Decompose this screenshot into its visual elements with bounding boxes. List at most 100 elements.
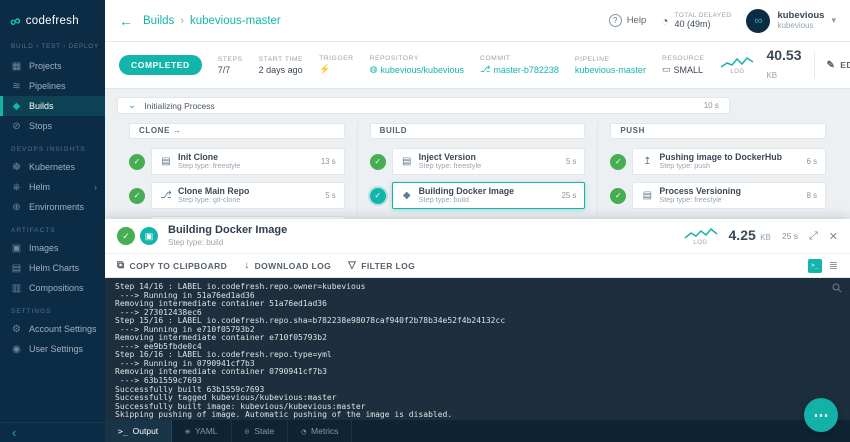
back-arrow-icon[interactable]: ← (119, 13, 133, 29)
breadcrumb-builds[interactable]: Builds (143, 15, 174, 27)
check-icon: ✓ (129, 153, 145, 170)
tab-output[interactable]: >_ Output (105, 420, 173, 442)
field-label: TRIGGER (319, 55, 354, 62)
step-duration: 6 s (806, 157, 818, 166)
stage-header-build: BUILD (369, 123, 586, 139)
download-log-button[interactable]: ↓ DOWNLOAD LOG (244, 260, 331, 271)
commit-link[interactable]: ⎇ master-b782238 (480, 64, 559, 75)
field-value: SMALL (673, 64, 703, 75)
sidebar-item-helm[interactable]: ⎈ Helm › (0, 177, 105, 197)
initializing-process-label: Initializing Process (144, 100, 215, 111)
sidebar-item-builds[interactable]: ◆ Builds (0, 96, 105, 116)
codefresh-logo[interactable]: ∞ codefresh (0, 0, 105, 42)
sidebar-item-pipelines[interactable]: ≋ Pipelines (0, 76, 105, 96)
initializing-process-duration: 10 s (703, 101, 719, 110)
sidebar-item-images[interactable]: ▣ Images (0, 238, 105, 258)
step-duration: 5 s (565, 157, 577, 166)
filter-icon: ▽ (348, 260, 357, 271)
step-card-inject-version[interactable]: ▤ Inject Version Step type: freestyle 5 … (391, 148, 586, 175)
log-panel-title: Building Docker Image (168, 224, 288, 237)
log-panel-tabs: >_ Output ≡ YAML ⊙ State ◔ Metrics (105, 420, 850, 442)
git-clone-step-icon: ⎇ (160, 190, 172, 201)
help-button[interactable]: ? Help (608, 14, 646, 27)
help-icon: ? (608, 14, 622, 27)
stage-header-clone: CLONE → (129, 123, 345, 139)
log-label: LOG (693, 239, 708, 246)
step-card-building-docker-image[interactable]: ◆ Building Docker Image Step type: build… (391, 182, 586, 209)
freestyle-step-icon: ▤ (401, 156, 412, 167)
step-card-process-versioning[interactable]: ▤ Process Versioning Step type: freestyl… (632, 182, 827, 209)
copy-to-clipboard-button[interactable]: ⧉ COPY TO CLIPBOARD (117, 260, 227, 271)
repository-link[interactable]: ◍ kubevious/kubevious (370, 64, 464, 75)
field-value: master-b782238 (493, 64, 559, 75)
log-label: LOG (730, 68, 745, 75)
terminal-view-icon[interactable]: >_ (807, 258, 822, 273)
projects-icon: ▦ (11, 60, 22, 72)
tab-yaml[interactable]: ≡ YAML (172, 420, 232, 442)
field-label: STEPS (217, 55, 243, 63)
edit-pipeline-button[interactable]: ✎ EDIT PIPELINE (827, 60, 850, 71)
sidebar-item-label: User Settings (29, 344, 84, 354)
sidebar-item-kubernetes[interactable]: ☸ Kubernetes (0, 157, 105, 177)
divider (813, 52, 815, 78)
sidebar-item-account-settings[interactable]: ⚙ Account Settings (0, 319, 105, 339)
account-menu[interactable]: ∞ kubevious kubevious ▾ (746, 8, 836, 33)
step-log-size: 4.25 KB (729, 227, 771, 245)
check-icon: ✓ (369, 153, 386, 170)
trigger-lightning-icon: ⚡ (319, 64, 331, 74)
delayed-value: 40 (49m) (674, 19, 711, 29)
download-icon: ↓ (244, 260, 250, 271)
status-field-repository: REPOSITORY ◍ kubevious/kubevious (370, 55, 464, 75)
edit-pipeline-label: EDIT PIPELINE (840, 60, 850, 70)
step-process-versioning: ✓ ▤ Process Versioning Step type: freest… (610, 182, 827, 209)
tab-label: Metrics (311, 426, 339, 436)
step-card-pushing-image[interactable]: ↥ Pushing image to DockerHub Step type: … (632, 148, 827, 175)
field-value: 7/7 (217, 64, 231, 75)
total-delayed-indicator[interactable]: ◔ TOTAL DELAYED 40 (49m) (661, 12, 731, 29)
status-field-trigger: TRIGGER ⚡ (319, 55, 353, 75)
step-type: Step type: build (418, 195, 469, 205)
initializing-process-bar[interactable]: ⌄ Initializing Process 10 s (117, 97, 730, 114)
codefresh-logo-text: codefresh (25, 15, 79, 27)
sidebar-item-user-settings[interactable]: ◉ User Settings (0, 339, 105, 359)
close-icon[interactable]: ✕ (829, 230, 838, 243)
filter-log-button[interactable]: ▽ FILTER LOG (348, 260, 415, 271)
log-sparkline-icon (684, 227, 717, 239)
sidebar-collapse-button[interactable]: ‹ (0, 422, 105, 442)
chat-icon: ⋯ (813, 407, 829, 424)
codefresh-logo-icon: ∞ (7, 11, 24, 31)
kubernetes-icon: ☸ (12, 161, 21, 173)
sidebar-item-compositions[interactable]: ▥ Compositions (0, 278, 105, 298)
sidebar-item-projects[interactable]: ▦ Projects (0, 56, 105, 76)
compositions-icon: ▥ (11, 282, 22, 294)
pipelines-icon: ≋ (12, 80, 21, 92)
field-label: RESOURCE (661, 55, 705, 62)
tab-state[interactable]: ⊙ State (232, 420, 289, 442)
log-panel-subtitle: Step type: build (168, 237, 224, 247)
check-icon: ✓ (369, 187, 386, 204)
tab-metrics[interactable]: ◔ Metrics (288, 420, 353, 442)
step-card-clone-main-repo[interactable]: ⎇ Clone Main Repo Step type: git-clone 5… (151, 182, 345, 209)
pipeline-link[interactable]: kubevious-master (575, 65, 646, 75)
sidebar-item-helm-charts[interactable]: ▤ Helm Charts (0, 258, 105, 278)
step-init-clone: ✓ ▤ Init Clone Step type: freestyle 13 s (129, 148, 345, 175)
expand-icon[interactable]: ⤢ (809, 230, 818, 243)
log-line: Removing intermediate container 51a76ed1… (115, 299, 327, 309)
step-type: Step type: freestyle (659, 195, 722, 205)
raw-view-icon[interactable]: ≣ (829, 259, 838, 272)
metrics-tab-icon: ◔ (301, 426, 307, 436)
check-icon: ✓ (610, 153, 627, 170)
status-field-steps: STEPS 7/7 (218, 56, 243, 75)
sidebar-item-environments[interactable]: ⊕ Environments (0, 197, 105, 217)
chevron-down-icon: ⌄ (128, 99, 137, 111)
chat-widget-button[interactable]: ⋯ (804, 398, 838, 432)
download-label: DOWNLOAD LOG (254, 260, 332, 271)
field-label: REPOSITORY (369, 55, 419, 62)
search-icon[interactable] (832, 283, 842, 293)
output-tab-icon: >_ (118, 426, 128, 436)
log-output[interactable]: Step 14/16 : LABEL io.codefresh.repo.own… (105, 278, 850, 420)
helm-charts-icon: ▤ (11, 262, 22, 274)
step-card-init-clone[interactable]: ▤ Init Clone Step type: freestyle 13 s (151, 148, 345, 175)
sidebar-item-stops[interactable]: ⊘ Stops (0, 116, 105, 136)
check-icon: ✓ (129, 187, 145, 204)
